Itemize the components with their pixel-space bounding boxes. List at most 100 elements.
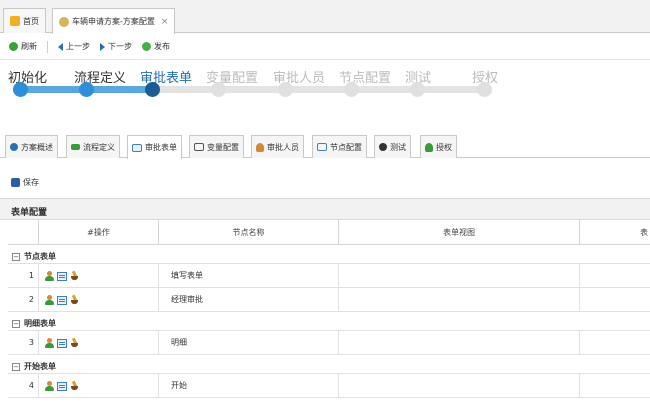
- publish-label: 发布: [154, 42, 170, 51]
- row-number: 1: [8, 264, 39, 288]
- toolbar: 刷新 上一步 下一步 发布: [0, 34, 650, 60]
- form-view-cell: [339, 264, 580, 288]
- progress-stepper: 初始化 流程定义 审批表单 变量配置 审批人员 节点配置 测试 授权: [0, 62, 650, 128]
- config-tab-bar: 方案概述 流程定义 审批表单 变量配置 审批人员 节点配置 测试 授权: [0, 133, 650, 159]
- tab-flow-label: 流程定义: [83, 142, 115, 152]
- table-row: 3 明细: [8, 331, 650, 355]
- form-view-cell: [339, 331, 580, 355]
- table-row: 2 经理审批: [8, 288, 650, 312]
- group-header[interactable]: − 开始表单: [8, 355, 650, 374]
- flow-icon: [71, 144, 80, 150]
- extra-cell: [580, 331, 650, 355]
- tab-form[interactable]: 审批表单: [127, 135, 182, 159]
- group-header[interactable]: − 节点表单: [8, 245, 650, 264]
- tab-current-label: 车辆申请方案-方案配置: [72, 17, 155, 26]
- brush-icon[interactable]: [70, 295, 79, 305]
- step-dot-init[interactable]: [13, 82, 28, 97]
- table-row: 4 开始: [8, 374, 650, 398]
- tab-approvers-label: 审批人员: [267, 142, 299, 152]
- tab-form-label: 审批表单: [145, 143, 177, 152]
- user-icon[interactable]: [45, 271, 54, 281]
- prev-step-button[interactable]: 上一步: [58, 41, 90, 52]
- tab-auth[interactable]: 授权: [420, 135, 457, 158]
- tab-overview[interactable]: 方案概述: [5, 135, 58, 158]
- collapse-icon[interactable]: −: [12, 319, 20, 328]
- node-name: 经理审批: [159, 288, 339, 312]
- tab-vars-label: 变量配置: [207, 142, 239, 152]
- tab-home[interactable]: 首页: [3, 8, 46, 33]
- step-label-init: 初始化: [8, 71, 48, 86]
- header-operations: #操作: [39, 220, 159, 245]
- form-view-cell: [339, 288, 580, 312]
- row-number: 2: [8, 288, 39, 312]
- top-tab-bar: 首页 车辆申请方案-方案配置 ×: [0, 0, 650, 34]
- close-icon[interactable]: ×: [161, 17, 169, 27]
- row-actions: [39, 288, 159, 312]
- header-rownum: [8, 220, 39, 245]
- tab-home-label: 首页: [23, 16, 39, 26]
- group-label: 开始表单: [24, 362, 56, 371]
- header-node-name: 节点名称: [159, 220, 339, 245]
- tab-test[interactable]: 测试: [374, 135, 411, 158]
- refresh-button[interactable]: 刷新: [9, 41, 37, 52]
- step-dot-flow[interactable]: [79, 82, 94, 97]
- extra-cell: [580, 288, 650, 312]
- arrow-left-icon: [58, 42, 63, 51]
- row-number: 3: [8, 331, 39, 355]
- tab-vars[interactable]: 变量配置: [189, 135, 244, 158]
- form-icon[interactable]: [57, 271, 67, 281]
- form-icon[interactable]: [57, 338, 67, 348]
- publish-button[interactable]: 发布: [142, 41, 170, 52]
- save-icon: [11, 178, 20, 187]
- tab-test-label: 测试: [390, 142, 406, 152]
- brush-icon[interactable]: [70, 271, 79, 281]
- brush-icon[interactable]: [70, 338, 79, 348]
- tab-nodes[interactable]: 节点配置: [312, 135, 367, 158]
- save-button[interactable]: 保存: [11, 177, 39, 188]
- tab-flow[interactable]: 流程定义: [66, 135, 120, 158]
- section-title: 表单配置: [0, 198, 650, 220]
- refresh-icon: [9, 42, 18, 51]
- collapse-icon[interactable]: −: [12, 362, 20, 371]
- row-actions: [39, 264, 159, 288]
- step-dot-auth[interactable]: [477, 82, 492, 97]
- next-step-label: 下一步: [108, 42, 132, 51]
- row-actions: [39, 374, 159, 398]
- arrow-right-icon: [100, 42, 105, 51]
- header-form-extra: 表: [640, 228, 648, 237]
- user-icon[interactable]: [45, 338, 54, 348]
- publish-icon: [142, 42, 151, 51]
- home-icon: [10, 16, 20, 26]
- save-label: 保存: [23, 178, 39, 187]
- step-dot-vars[interactable]: [211, 82, 226, 97]
- refresh-label: 刷新: [21, 42, 37, 51]
- user-icon[interactable]: [45, 381, 54, 391]
- group-label: 明细表单: [24, 319, 56, 328]
- node-name: 填写表单: [159, 264, 339, 288]
- variable-icon: [194, 143, 204, 151]
- extra-cell: [580, 374, 650, 398]
- group-header[interactable]: − 明细表单: [8, 312, 650, 331]
- row-number: 4: [8, 374, 39, 398]
- next-step-button[interactable]: 下一步: [100, 41, 132, 52]
- step-dot-test[interactable]: [410, 82, 425, 97]
- form-icon[interactable]: [57, 295, 67, 305]
- node-name: 开始: [159, 374, 339, 398]
- collapse-icon[interactable]: −: [12, 252, 20, 261]
- form-icon[interactable]: [57, 381, 67, 391]
- brush-icon[interactable]: [70, 381, 79, 391]
- tab-auth-label: 授权: [436, 142, 452, 152]
- step-dot-approvers[interactable]: [278, 82, 293, 97]
- row-actions: [39, 331, 159, 355]
- step-dot-form[interactable]: [145, 82, 160, 97]
- prev-step-label: 上一步: [66, 42, 90, 51]
- user-icon[interactable]: [45, 295, 54, 305]
- tab-current[interactable]: 车辆申请方案-方案配置 ×: [52, 8, 176, 34]
- user-icon: [256, 142, 264, 152]
- tab-approvers[interactable]: 审批人员: [251, 135, 304, 158]
- step-dot-nodes[interactable]: [344, 82, 359, 97]
- table-row: 1 填写表单: [8, 264, 650, 288]
- form-icon: [132, 143, 142, 152]
- form-view-cell: [339, 374, 580, 398]
- user-auth-icon: [425, 142, 433, 152]
